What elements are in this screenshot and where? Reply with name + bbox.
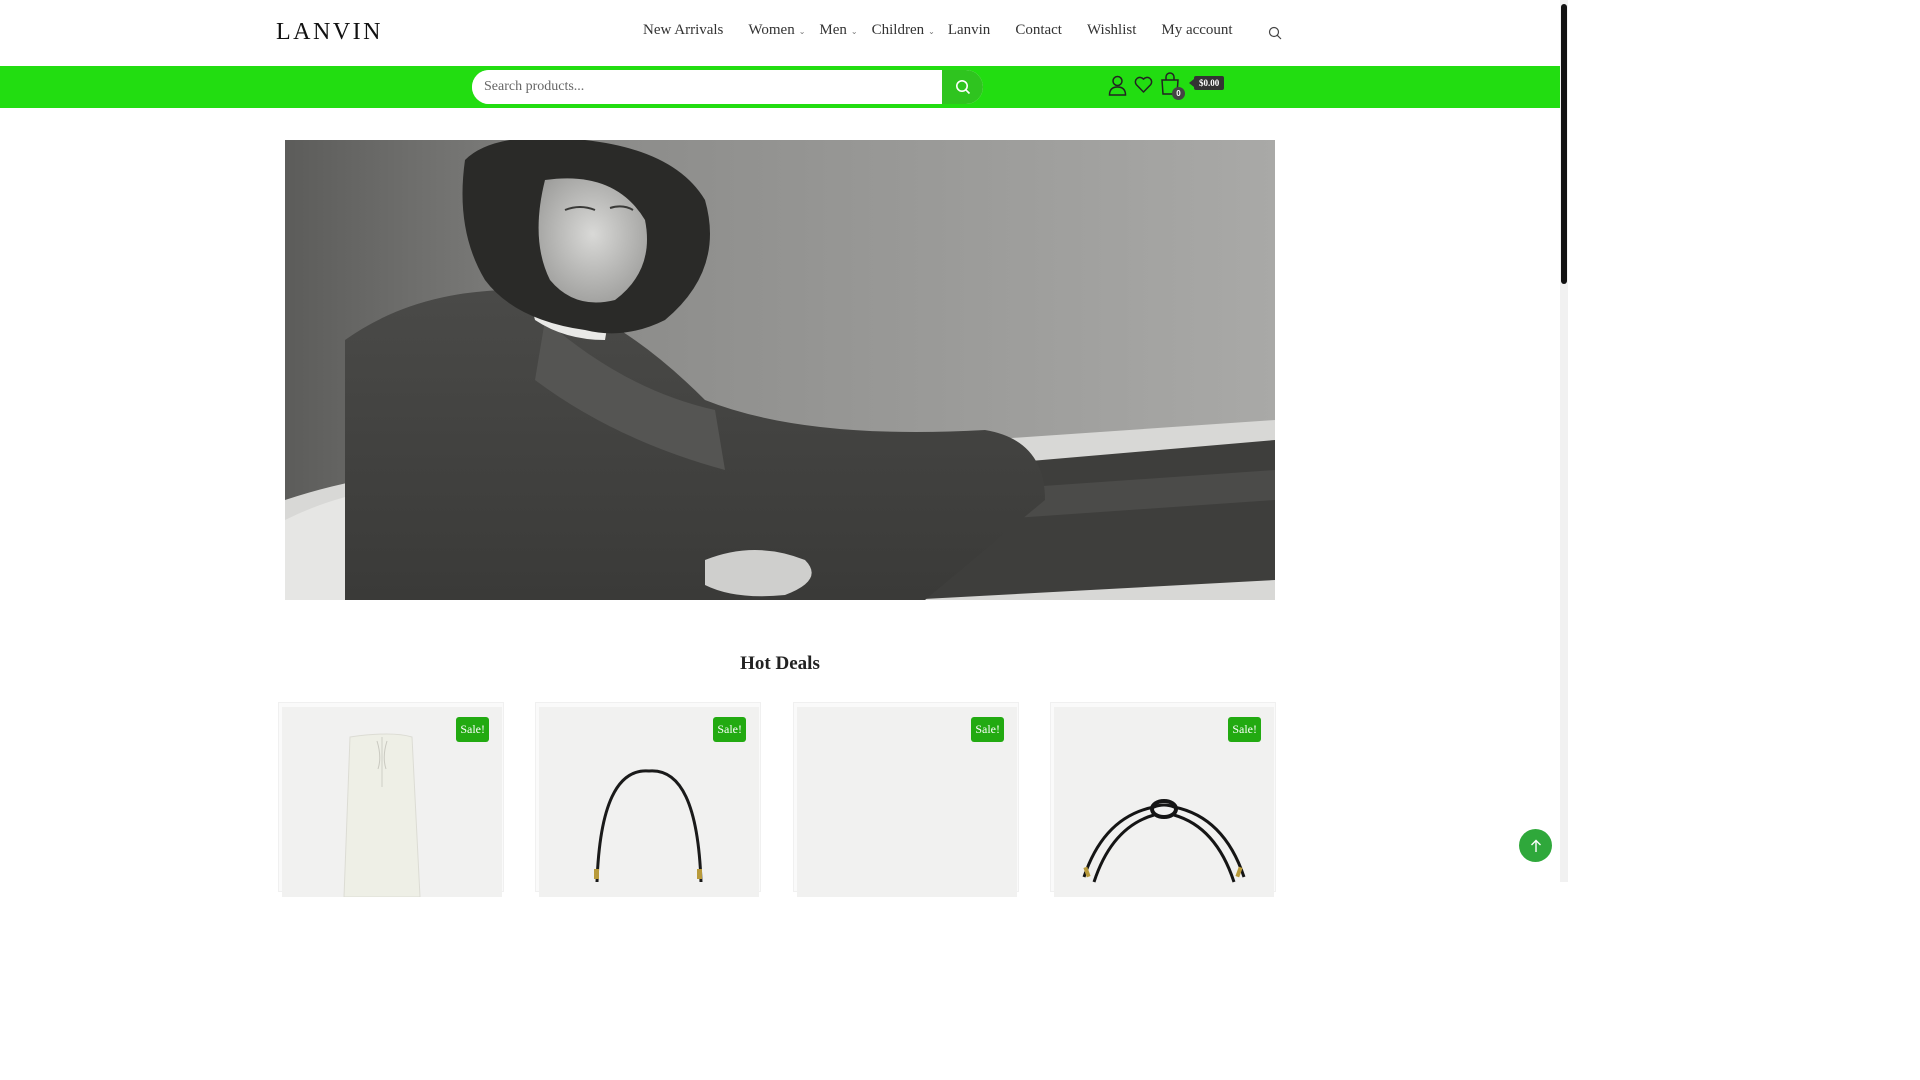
chevron-down-icon: ⌄ xyxy=(798,26,806,36)
user-icon[interactable] xyxy=(1108,74,1127,101)
section-title-hot-deals: Hot Deals xyxy=(740,653,820,674)
main-nav: New Arrivals Women ⌄ Men ⌄ Children ⌄ La… xyxy=(643,22,1233,39)
site-header: LANVIN New Arrivals Women ⌄ Men ⌄ Childr… xyxy=(0,0,1560,66)
product-card[interactable]: Sale! xyxy=(793,702,1019,897)
heart-icon[interactable] xyxy=(1134,76,1153,99)
chevron-down-icon: ⌄ xyxy=(928,26,935,36)
nav-item-contact[interactable]: Contact xyxy=(1015,22,1062,39)
nav-label: Wishlist xyxy=(1086,22,1137,38)
nav-item-men[interactable]: Men ⌄ xyxy=(819,22,857,39)
nav-label: Contact xyxy=(1015,22,1062,38)
nav-item-new-arrivals[interactable]: New Arrivals xyxy=(643,22,723,39)
page-scrollbar[interactable] xyxy=(1560,0,1568,882)
nav-item-lanvin[interactable]: Lanvin xyxy=(948,22,991,39)
logo-wordmark: LANVIN xyxy=(276,19,383,45)
nav-item-my-account[interactable]: My account xyxy=(1161,22,1232,39)
product-card[interactable]: Sale! xyxy=(535,702,761,897)
sale-badge: Sale! xyxy=(971,717,1004,742)
nav-label: Men xyxy=(819,22,847,38)
nav-label: New Arrivals xyxy=(643,22,724,38)
search-input[interactable] xyxy=(472,70,942,104)
nav-item-women[interactable]: Women ⌄ xyxy=(748,22,805,39)
nav-item-children[interactable]: Children ⌄ xyxy=(872,22,935,39)
nav-label: Children xyxy=(871,22,925,38)
cart-total-badge: $0.00 xyxy=(1188,76,1225,90)
search-bar-strip: 0 $0.00 xyxy=(0,66,1560,108)
hero-photo xyxy=(285,140,1275,600)
sale-badge: Sale! xyxy=(456,717,489,742)
sale-badge: Sale! xyxy=(713,717,746,742)
arrow-up-icon xyxy=(1530,839,1541,852)
search-icon xyxy=(955,80,970,95)
search-icon[interactable] xyxy=(1268,26,1282,40)
hero-banner-image[interactable] xyxy=(285,140,1275,600)
nav-label: Women xyxy=(748,22,795,38)
product-card[interactable]: Sale! xyxy=(1050,702,1276,897)
search-submit-button[interactable] xyxy=(942,70,983,104)
nav-item-wishlist[interactable]: Wishlist xyxy=(1087,22,1136,39)
scrollbar-thumb[interactable] xyxy=(1561,4,1567,284)
brand-logo[interactable]: LANVIN xyxy=(276,18,418,46)
sale-badge: Sale! xyxy=(1228,717,1261,742)
product-card[interactable]: Sale! xyxy=(278,702,504,897)
nav-label: Lanvin xyxy=(947,22,991,38)
back-to-top-button[interactable] xyxy=(1519,829,1552,862)
chevron-down-icon: ⌄ xyxy=(850,26,858,36)
cart-count-badge: 0 xyxy=(1172,87,1185,100)
svg-text:LANVIN: LANVIN xyxy=(276,19,383,45)
nav-label: My account xyxy=(1161,22,1233,38)
product-search xyxy=(472,70,983,104)
product-grid: Sale! Sale! Sale! Sale! xyxy=(278,702,1282,897)
